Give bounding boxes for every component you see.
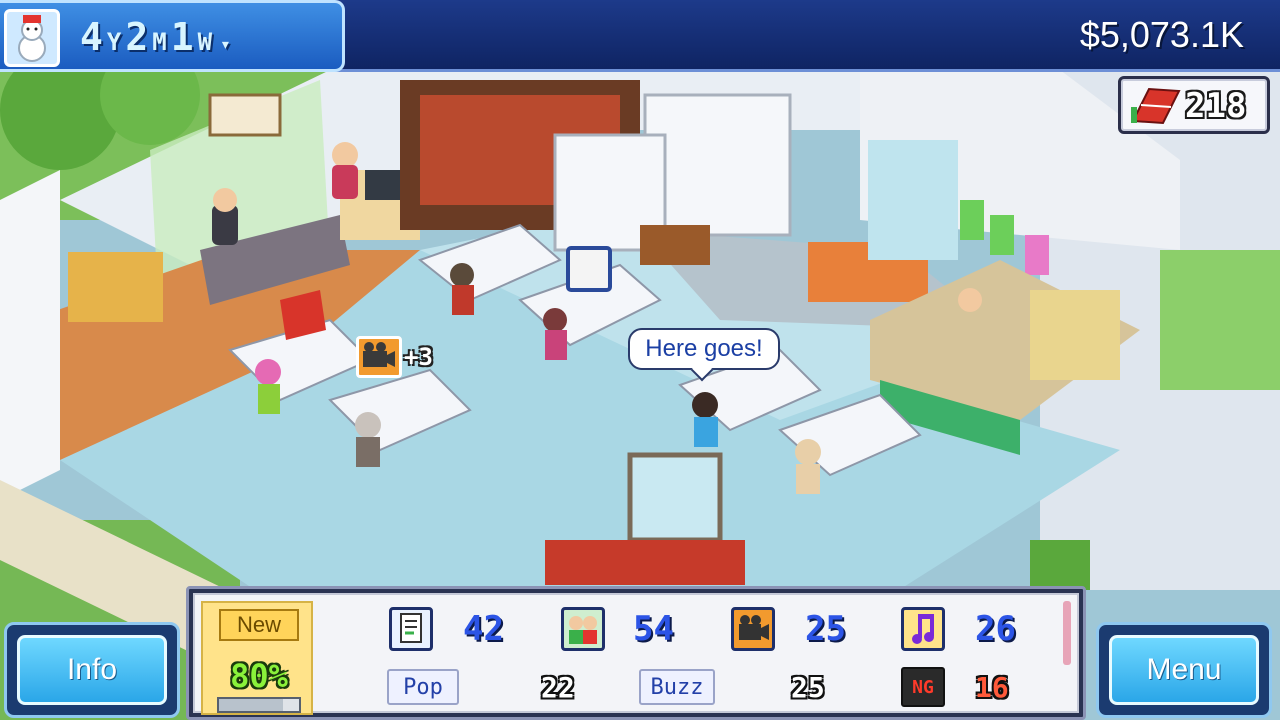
game-date: 4 Y 2 M 1 W ▾: [80, 15, 231, 63]
progress-bar: [217, 697, 301, 713]
game-stats-panel: New 80% 42 54 25 26 Pop 22 Buzz 25 NG 16: [186, 586, 1086, 720]
ng-value: 16: [975, 671, 1009, 704]
fan-flags-icon: [1131, 87, 1181, 125]
pop-value: 22: [541, 671, 575, 704]
buzz-value: 25: [791, 671, 825, 704]
document-icon: [389, 607, 433, 651]
info-button-label: Info: [17, 635, 167, 705]
speech-bubble: Here goes!: [628, 328, 780, 370]
new-game-progress: New 80%: [201, 601, 313, 715]
sound-value: 26: [975, 609, 1016, 649]
graphics-camera-icon: [356, 336, 402, 378]
progress-bar-fill: [219, 699, 283, 711]
ng-badge: NG: [901, 667, 945, 707]
new-label: New: [219, 609, 299, 641]
date-weeks: 1: [170, 15, 194, 59]
fans-counter[interactable]: 218: [1118, 76, 1270, 134]
money-display: $5,073.1K: [1079, 14, 1244, 55]
chevron-down-icon[interactable]: ▾: [220, 34, 231, 55]
fun-value: 42: [463, 609, 504, 649]
tv-screen: [627, 452, 723, 543]
floating-bonus: +3: [356, 336, 433, 378]
info-button[interactable]: Info: [4, 622, 180, 718]
creativity-value: 54: [633, 609, 674, 649]
graphics-value: 25: [805, 609, 846, 649]
date-panel[interactable]: 4 Y 2 M 1 W ▾: [0, 0, 345, 72]
bonus-amount: +3: [404, 343, 433, 371]
snowman-icon: [4, 9, 60, 67]
date-years: 4: [80, 15, 103, 59]
progress-percent: 80%: [230, 657, 288, 695]
date-week-unit: W: [197, 28, 213, 56]
bookshelf: [68, 252, 163, 322]
buzz-label: Buzz: [639, 669, 715, 705]
stats-scrollbar[interactable]: [1063, 601, 1071, 665]
date-month-unit: M: [152, 28, 167, 56]
menu-button-label: Menu: [1109, 635, 1259, 705]
menu-button[interactable]: Menu: [1096, 622, 1272, 718]
research-document-icon: [566, 246, 612, 292]
music-note-icon: [901, 607, 945, 651]
back-shelves: [643, 93, 792, 237]
fans-count: 218: [1185, 86, 1247, 126]
date-year-unit: Y: [106, 28, 122, 56]
camera-icon: [731, 607, 775, 651]
top-bar: 4 Y 2 M 1 W ▾ $5,073.1K: [0, 0, 1280, 72]
pop-label: Pop: [387, 669, 459, 705]
people-icon: [561, 607, 605, 651]
tv-stand: [545, 540, 745, 585]
date-months: 2: [125, 15, 149, 59]
